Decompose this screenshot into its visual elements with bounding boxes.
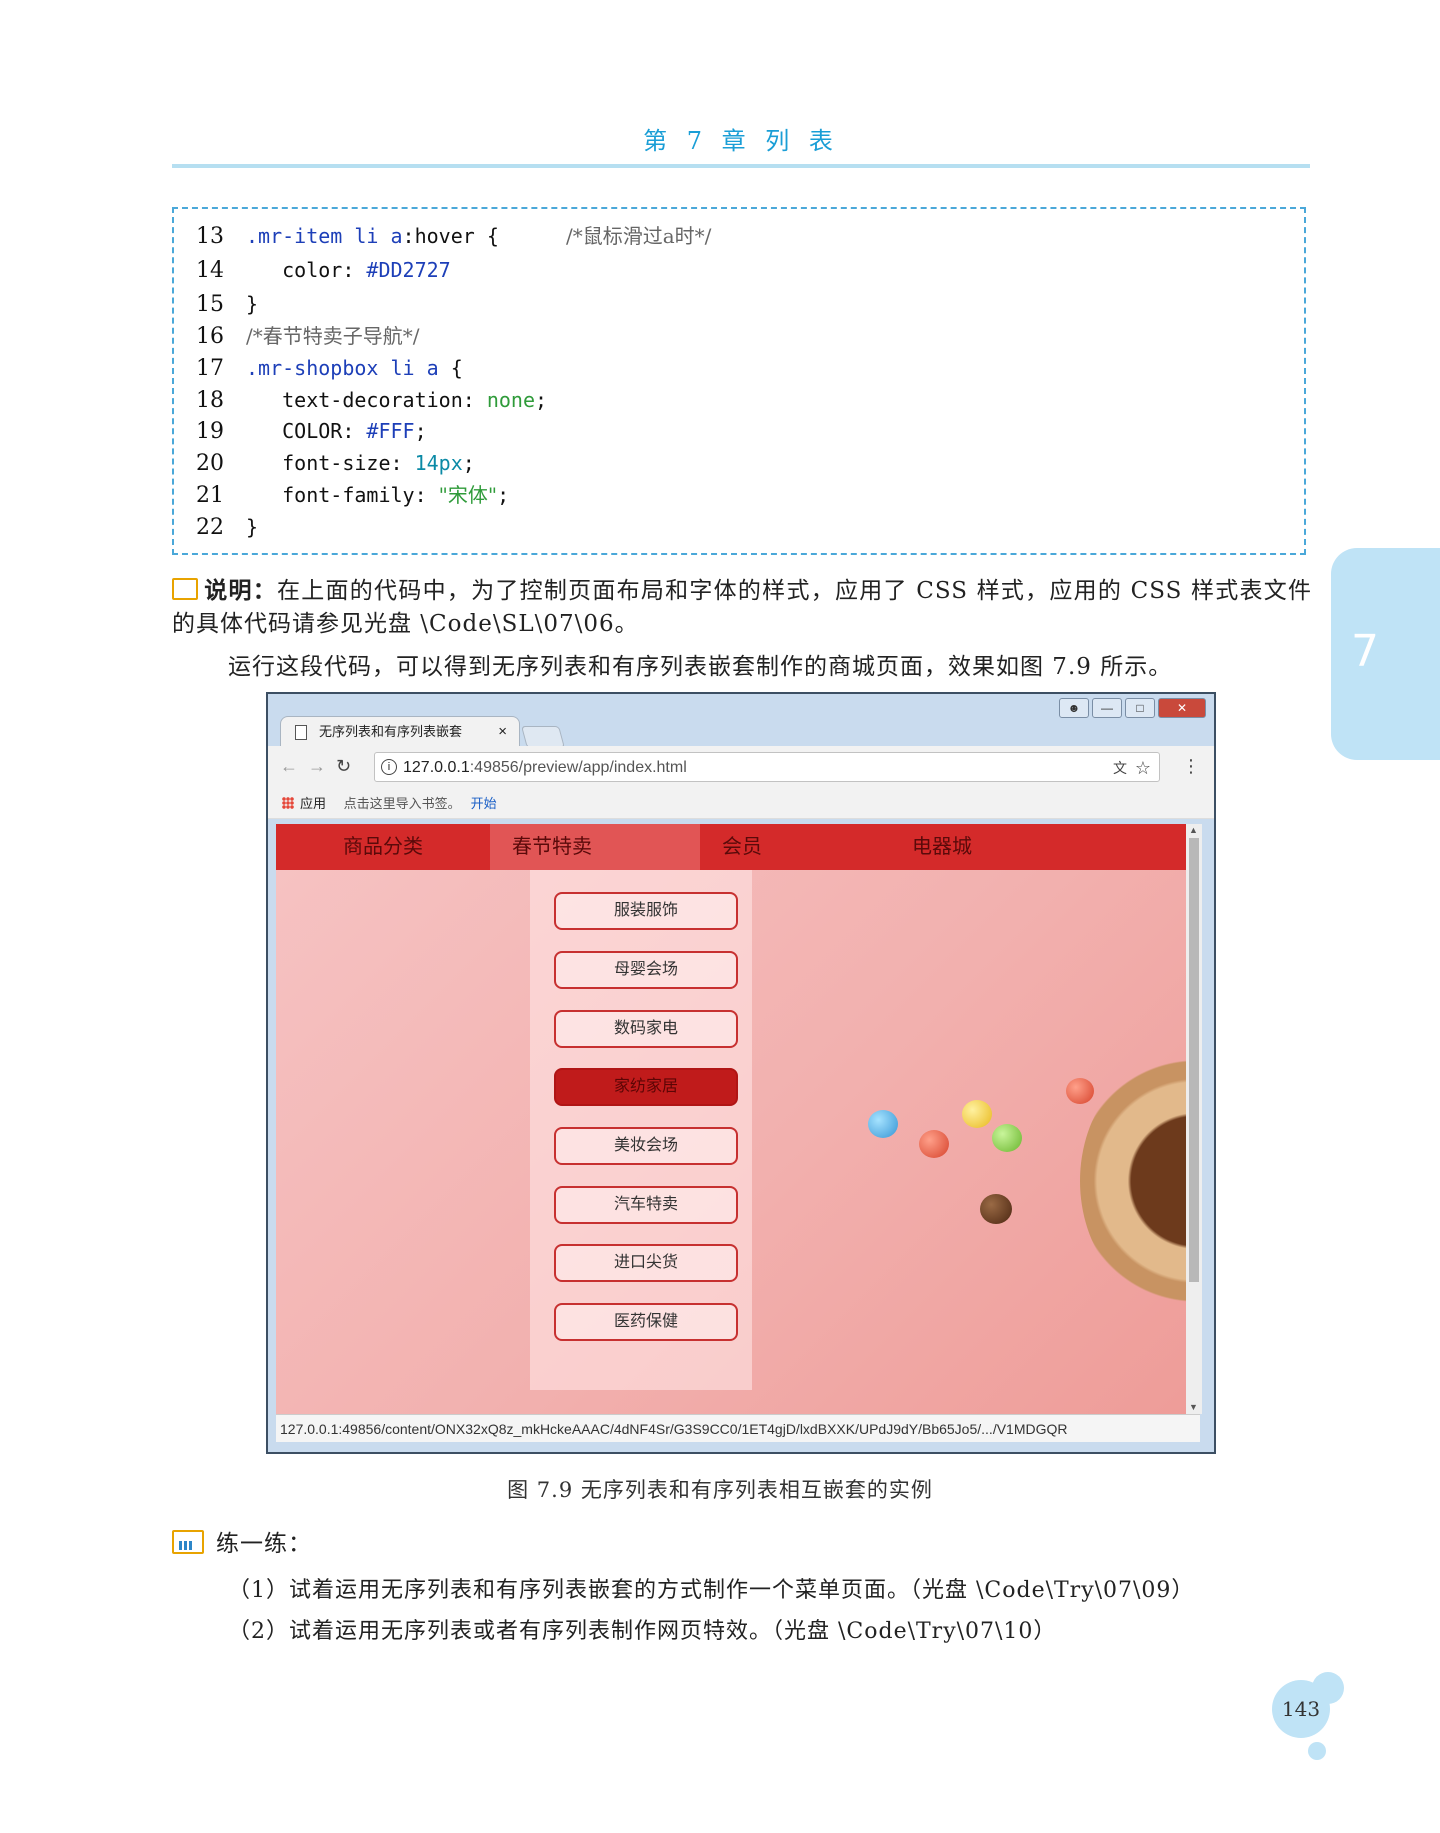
code-line: 19 COLOR: #FFF; xyxy=(196,419,427,444)
document-icon xyxy=(295,725,307,740)
user-icon[interactable]: ☻ xyxy=(1059,698,1089,718)
chapter-side-tab: 7 xyxy=(1331,548,1440,760)
chapter-title: 第 7 章 列 表 xyxy=(643,127,839,155)
candy-bowl-image xyxy=(1080,1056,1200,1306)
tab-title: 无序列表和有序列表嵌套 xyxy=(319,724,463,739)
scrollbar-thumb[interactable] xyxy=(1189,838,1199,1282)
page-viewport: 商品分类 春节特卖 会员 电器城 服装服饰 母婴会场 数码家电 家纺家居 美妆会… xyxy=(276,824,1200,1414)
practice-heading: 练一练： xyxy=(172,1524,312,1558)
url-path: :49856/preview/app/index.html xyxy=(469,759,687,776)
note-text: 在上面的代码中，为了控制页面布局和字体的样式，应用了 CSS 样式，应用的 CS… xyxy=(172,578,1312,637)
browser-screenshot: ☻ — □ ✕ 无序列表和有序列表嵌套 × ←→↻ i 127.0.0.1:49… xyxy=(266,692,1216,1454)
code-line: 22} xyxy=(196,515,259,540)
code-line: 20 font-size: 14px; xyxy=(196,451,475,476)
nav-item-member[interactable]: 会员 xyxy=(700,824,890,870)
laptop-chart-icon xyxy=(172,1530,204,1554)
candy-image xyxy=(1066,1078,1094,1104)
exercise-item: （1）试着运用无序列表和有序列表嵌套的方式制作一个菜单页面。（光盘 \Code\… xyxy=(228,1578,1195,1603)
vertical-scrollbar[interactable]: ▲ ▼ xyxy=(1186,824,1202,1414)
candy-image xyxy=(868,1110,898,1138)
note-label: 说明： xyxy=(204,577,278,604)
bookmarks-start-link[interactable]: 开始 xyxy=(471,796,497,811)
candy-image xyxy=(919,1130,949,1158)
status-bar: 127.0.0.1:49856/content/ONX32xQ8z_mkHcke… xyxy=(276,1414,1200,1442)
info-icon[interactable]: i xyxy=(381,759,397,775)
code-line: 13 .mr-item li a:hover {/*鼠标滑过a时*/ xyxy=(196,224,712,249)
maximize-button[interactable]: □ xyxy=(1125,698,1155,718)
candy-image xyxy=(992,1124,1022,1152)
code-line: 15} xyxy=(196,292,259,317)
bookmarks-hint: 点击这里导入书签。 xyxy=(343,796,461,811)
submenu-item[interactable]: 服装服饰 xyxy=(554,892,738,930)
apps-label[interactable]: 应用 xyxy=(300,796,326,811)
bookmark-star-icon[interactable]: ☆ xyxy=(1135,753,1151,783)
back-arrow-icon[interactable]: ← xyxy=(280,756,308,776)
nav-item-appliances[interactable]: 电器城 xyxy=(890,824,1150,870)
code-line: 17 .mr-shopbox li a { xyxy=(196,356,463,381)
candy-image xyxy=(962,1100,992,1128)
submenu-item[interactable]: 汽车特卖 xyxy=(554,1186,738,1224)
submenu-item[interactable]: 进口尖货 xyxy=(554,1244,738,1282)
bookmarks-bar: 应用 点击这里导入书签。 开始 xyxy=(268,790,1214,819)
submenu-item[interactable]: 数码家电 xyxy=(554,1010,738,1048)
code-line: 14 color: #DD2727 xyxy=(196,258,451,283)
submenu-item-active[interactable]: 家纺家居 xyxy=(554,1068,738,1106)
code-line: 21 font-family: "宋体"; xyxy=(196,483,510,508)
scroll-down-icon[interactable]: ▼ xyxy=(1189,1402,1198,1412)
chapter-header: 第 7 章 列 表 xyxy=(172,118,1310,168)
practice-title: 练一练： xyxy=(216,1531,312,1557)
scroll-up-icon[interactable]: ▲ xyxy=(1189,825,1198,835)
code-line: 16/*春节特卖子导航*/ xyxy=(196,324,420,349)
submenu-item[interactable]: 母婴会场 xyxy=(554,951,738,989)
new-tab-button[interactable] xyxy=(521,726,565,748)
tab-close-icon[interactable]: × xyxy=(498,717,507,747)
chapter-tab-number: 7 xyxy=(1351,626,1379,677)
translate-icon[interactable]: 文 xyxy=(1113,753,1127,783)
figure-caption: 图 7.9 无序列表和有序列表相互嵌套的实例 xyxy=(507,1478,933,1502)
minimize-button[interactable]: — xyxy=(1092,698,1122,718)
reload-icon[interactable]: ↻ xyxy=(336,756,361,776)
menu-kebab-icon[interactable]: ⋮ xyxy=(1182,756,1200,777)
code-listing: 13 .mr-item li a:hover {/*鼠标滑过a时*/ 14 col… xyxy=(172,207,1306,555)
exercise-item: （2）试着运用无序列表或者有序列表制作网页特效。（光盘 \Code\Try\07… xyxy=(228,1619,1057,1644)
body-paragraph: 运行这段代码，可以得到无序列表和有序列表嵌套制作的商城页面，效果如图 7.9 所… xyxy=(228,654,1173,680)
nav-item-spring-sale[interactable]: 春节特卖 xyxy=(490,824,700,870)
decorative-bubble xyxy=(1308,1742,1326,1760)
browser-toolbar: ←→↻ i 127.0.0.1:49856/preview/app/index.… xyxy=(268,746,1214,790)
nav-item-categories[interactable]: 商品分类 xyxy=(276,824,490,870)
close-window-button[interactable]: ✕ xyxy=(1158,698,1206,718)
url-host: 127.0.0.1 xyxy=(403,759,470,776)
note-paragraph: 说明：在上面的代码中，为了控制页面布局和字体的样式，应用了 CSS 样式，应用的… xyxy=(172,574,1312,641)
apps-grid-icon[interactable] xyxy=(282,797,294,809)
shop-top-nav: 商品分类 春节特卖 会员 电器城 xyxy=(276,824,1186,870)
browser-tab[interactable]: 无序列表和有序列表嵌套 × xyxy=(280,716,520,746)
address-bar[interactable]: i 127.0.0.1:49856/preview/app/index.html… xyxy=(374,752,1160,782)
submenu-item[interactable]: 美妆会场 xyxy=(554,1127,738,1165)
submenu-item[interactable]: 医药保健 xyxy=(554,1303,738,1341)
page-number: 143 xyxy=(1272,1680,1330,1738)
nav-buttons: ←→↻ xyxy=(280,756,361,777)
candy-image xyxy=(980,1194,1012,1224)
code-line: 18 text-decoration: none; xyxy=(196,388,548,413)
window-controls: ☻ — □ ✕ xyxy=(1059,698,1206,718)
spring-sale-submenu: 服装服饰 母婴会场 数码家电 家纺家居 美妆会场 汽车特卖 进口尖货 医药保健 xyxy=(530,870,752,1390)
book-icon xyxy=(172,578,198,600)
forward-arrow-icon[interactable]: → xyxy=(308,756,336,776)
